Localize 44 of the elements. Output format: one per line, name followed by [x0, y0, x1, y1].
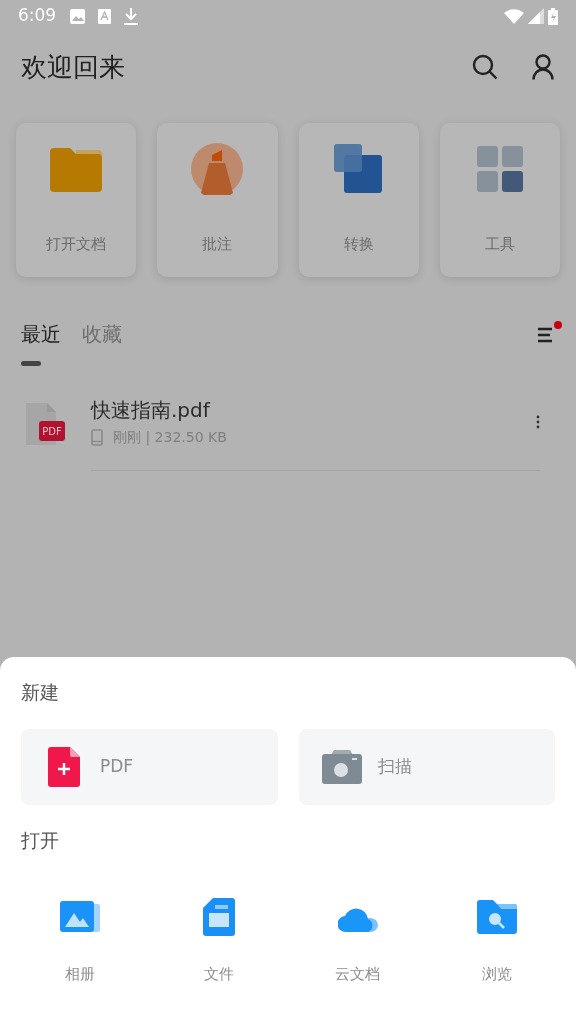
marker-icon — [191, 143, 244, 195]
status-time: 6:09 — [18, 4, 57, 28]
open-option[interactable]: 文件 — [149, 897, 288, 986]
page-title: 欢迎回来 — [21, 50, 125, 84]
section-title: 打开 — [21, 828, 60, 853]
create-button[interactable]: PDF — [21, 729, 278, 805]
document-icon — [202, 898, 235, 936]
overlapping-squares-icon — [333, 144, 384, 194]
action-card[interactable]: 工具 — [439, 123, 560, 277]
menu-icon[interactable] — [538, 327, 552, 343]
create-button[interactable]: 扫描 — [298, 729, 555, 805]
signal-icon — [528, 8, 544, 24]
action-label: 打开文档 — [46, 234, 107, 255]
more-icon[interactable] — [536, 415, 540, 429]
folder-search-icon — [476, 900, 517, 934]
phone-icon — [91, 429, 103, 446]
pdf-file-icon — [26, 403, 65, 445]
wifi-icon — [504, 8, 524, 24]
tab[interactable]: 收藏 — [82, 319, 122, 349]
picture-icon — [59, 901, 100, 933]
font-icon — [98, 8, 112, 24]
action-label: 批注 — [202, 234, 233, 255]
action-card[interactable]: 转换 — [298, 123, 419, 277]
tab[interactable]: 最近 — [21, 319, 61, 349]
account-icon[interactable] — [532, 54, 554, 80]
file-type-label: PDF — [42, 426, 62, 437]
folder-icon — [50, 146, 103, 192]
open-option[interactable]: 云文档 — [288, 897, 427, 986]
open-option[interactable]: 相册 — [10, 897, 149, 986]
battery-icon — [548, 7, 558, 25]
search-icon[interactable] — [472, 54, 498, 80]
action-label: 工具 — [484, 234, 515, 255]
file-name: 快速指南.pdf — [91, 397, 210, 423]
add-document-icon — [48, 747, 80, 787]
download-icon — [124, 7, 139, 25]
tab-indicator — [21, 361, 41, 366]
grid-icon — [476, 146, 523, 192]
action-card[interactable]: 批注 — [157, 123, 278, 277]
image-icon — [70, 8, 86, 24]
section-title: 新建 — [21, 680, 60, 705]
action-label: 转换 — [343, 234, 374, 255]
camera-icon — [321, 750, 362, 784]
open-option[interactable]: 浏览 — [427, 897, 566, 986]
action-card[interactable]: 打开文档 — [16, 123, 137, 277]
